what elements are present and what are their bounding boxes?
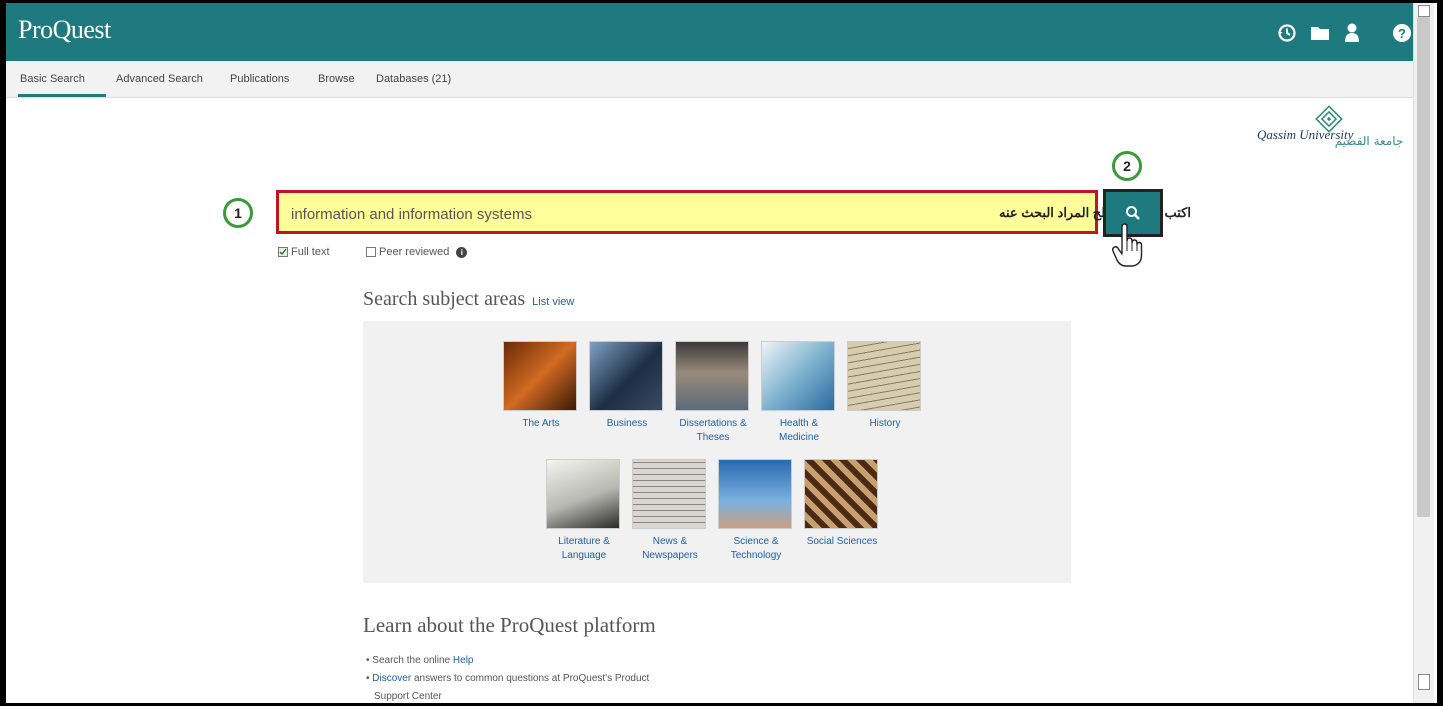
subject-image [718,459,792,529]
tab-browse[interactable]: Browse [318,73,355,85]
history-icon[interactable] [1276,22,1298,44]
step-1-marker: 1 [223,198,253,228]
subject-image [589,341,663,411]
help-link[interactable]: Help [453,655,474,666]
subject-health-medicine[interactable]: Health & Medicine [761,341,837,445]
subject-areas-title: Search subject areas [363,288,526,310]
folder-icon[interactable] [1309,22,1331,44]
subject-image [675,341,749,411]
user-icon[interactable] [1341,22,1363,44]
subject-history[interactable]: History [847,341,923,431]
subject-areas-heading: Search subject areas List view [363,288,574,311]
header-bar: ProQuest ? [6,3,1413,61]
search-box-highlight: اكتب هنا المصطلح المراد البحث عنه [276,190,1191,234]
subject-label: Science & Technology [730,536,782,561]
learn-item-discover: • Discover answers to common questions a… [366,673,650,684]
subject-image [847,341,921,411]
subject-image [761,341,835,411]
subject-areas-panel: The Arts Business Dissertations & Theses… [363,321,1071,583]
subject-image [804,459,878,529]
scroll-up-button[interactable] [1418,5,1430,17]
univ-name-ar: جامعة القصيم [1335,134,1404,148]
info-icon[interactable]: i [456,246,468,258]
subject-the-arts[interactable]: The Arts [503,341,579,431]
tab-advanced-search[interactable]: Advanced Search [116,73,203,85]
subject-image [632,459,706,529]
help-icon[interactable]: ? [1391,22,1413,44]
proquest-logo[interactable]: ProQuest [18,15,111,45]
subject-image [546,459,620,529]
subject-business[interactable]: Business [589,341,665,431]
tab-publications[interactable]: Publications [230,73,289,85]
learn-heading: Learn about the ProQuest platform [363,613,656,637]
tab-databases[interactable]: Databases (21) [376,73,451,85]
subject-image [503,341,577,411]
peer-reviewed-label: Peer reviewed [379,246,450,258]
list-view-link[interactable]: List view [532,296,574,308]
full-text-label: Full text [291,246,330,258]
peer-reviewed-checkbox[interactable] [366,247,376,257]
subject-dissertations-theses[interactable]: Dissertations & Theses [675,341,751,445]
subject-label: The Arts [522,418,560,429]
subject-literature-language[interactable]: Literature & Language [546,459,622,563]
search-input[interactable] [289,202,713,226]
hand-pointer-icon [1111,223,1145,274]
vertical-scrollbar[interactable] [1413,3,1434,703]
full-text-checkbox[interactable] [278,247,288,257]
peer-reviewed-option[interactable]: Peer reviewed i [366,246,468,258]
search-nav-tabs: Basic Search Advanced Search Publication… [6,61,1413,98]
browser-frame: ProQuest ? Basic Search Advanced Search … [6,3,1437,703]
subject-news-newspapers[interactable]: News & Newspapers [632,459,708,563]
subject-social-sciences[interactable]: Social Sciences [804,459,880,549]
subject-label: Social Sciences [806,536,878,547]
learn-item-help: • Search the online Help [366,655,474,666]
subject-label: News & Newspapers [642,536,698,561]
active-tab-indicator [18,94,106,97]
subject-label: Literature & Language [558,536,610,561]
subject-label: History [869,418,901,429]
subject-label: Health & Medicine [778,418,820,443]
subject-label: Dissertations & Theses [679,418,747,443]
subject-science-technology[interactable]: Science & Technology [718,459,794,563]
subject-label: Business [606,418,648,429]
learn-item-support: Support Center [374,691,442,702]
search-icon [1126,206,1140,220]
step-2-marker: 2 [1112,151,1142,181]
discover-link[interactable]: Discover [372,673,411,684]
scroll-down-button[interactable] [1418,674,1430,690]
full-text-option[interactable]: Full text [278,246,330,258]
svg-text:?: ? [1398,26,1406,41]
qassim-university-logo: Qassim University جامعة القصيم [1251,105,1411,165]
tab-basic-search[interactable]: Basic Search [20,73,85,85]
scroll-thumb[interactable] [1417,17,1430,517]
